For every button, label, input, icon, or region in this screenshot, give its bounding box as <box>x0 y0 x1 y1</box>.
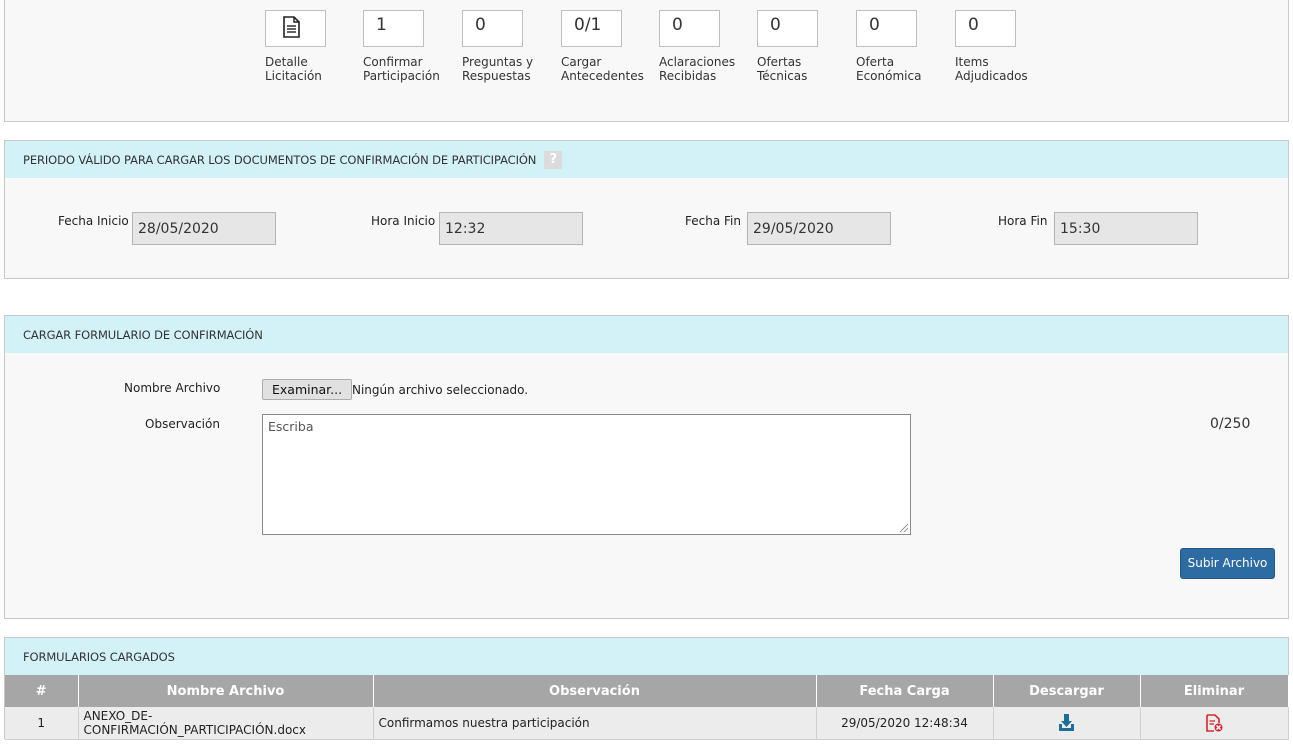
cell-archivo: ANEXO_DE-CONFIRMACIÓN_PARTICIPACIÓN.docx <box>78 707 374 740</box>
steps-panel: Detalle Licitación 1 Confirmar Participaci… <box>4 0 1289 122</box>
fecha-inicio-label: Fecha Inicio <box>58 214 129 228</box>
step-label-1: Preguntas y <box>462 55 534 69</box>
step-label-1: Ofertas <box>757 55 802 69</box>
step-label-2: Recibidas <box>659 69 717 83</box>
col-header-fecha: Fecha Carga <box>816 675 994 707</box>
col-header-num: # <box>5 675 79 707</box>
table-row: 1 ANEXO_DE-CONFIRMACIÓN_PARTICIPACIÓN.do… <box>5 707 1289 740</box>
observacion-textarea[interactable]: Escriba <box>262 414 911 535</box>
step-box[interactable] <box>265 10 326 47</box>
formularios-header: FORMULARIOS CARGADOS <box>5 638 1288 675</box>
cargar-header: CARGAR FORMULARIO DE CONFIRMACIÓN <box>5 316 1288 353</box>
step-label-2: Adjudicados <box>955 69 1028 83</box>
hora-fin-field[interactable]: 15:30 <box>1054 212 1198 245</box>
step-detalle-licitacion[interactable]: Detalle Licitación <box>265 10 360 83</box>
cell-num: 1 <box>5 707 79 740</box>
fecha-inicio-field[interactable]: 28/05/2020 <box>132 212 276 245</box>
subir-archivo-button[interactable]: Subir Archivo <box>1180 548 1275 579</box>
hora-inicio-label: Hora Inicio <box>371 214 436 228</box>
nombre-archivo-label: Nombre Archivo <box>124 381 221 395</box>
download-icon[interactable] <box>1058 713 1075 731</box>
step-items-adjudicados[interactable]: 0 Items Adjudicados <box>955 10 1050 83</box>
col-header-nombre: Nombre Archivo <box>78 675 374 707</box>
step-box[interactable]: 0 <box>462 10 523 47</box>
char-counter: 0/250 <box>1210 416 1251 432</box>
delete-file-icon[interactable] <box>1205 713 1223 732</box>
step-label-2: Licitación <box>265 69 322 83</box>
step-label-2: Participación <box>363 69 440 83</box>
fecha-fin-field[interactable]: 29/05/2020 <box>747 212 891 245</box>
cargar-title: CARGAR FORMULARIO DE CONFIRMACIÓN <box>23 327 263 342</box>
step-box[interactable]: 0 <box>856 10 917 47</box>
step-label-1: Detalle <box>265 55 308 69</box>
file-status: Ningún archivo seleccionado. <box>352 383 529 397</box>
browse-button[interactable]: Examinar... <box>262 379 353 400</box>
step-label-2: Respuestas <box>462 69 531 83</box>
step-label-2: Técnicas <box>757 69 808 83</box>
periodo-header: PERIODO VÁLIDO PARA CARGAR LOS DOCUMENTO… <box>5 141 1288 178</box>
cell-fecha: 29/05/2020 12:48:34 <box>816 707 994 740</box>
help-icon[interactable]: ? <box>544 150 563 169</box>
step-label-1: Cargar <box>561 55 602 69</box>
step-box[interactable]: 0 <box>955 10 1016 47</box>
step-ofertas-tecnicas[interactable]: 0 Ofertas Técnicas <box>757 10 852 83</box>
table-header-row: # Nombre Archivo Observación Fecha Carga… <box>5 675 1289 707</box>
formularios-panel: FORMULARIOS CARGADOS # Nombre Archivo Ob… <box>4 637 1289 740</box>
observacion-placeholder: Escriba <box>268 419 314 434</box>
step-box[interactable]: 1 <box>363 10 424 47</box>
hora-fin-label: Hora Fin <box>998 214 1048 228</box>
formularios-title: FORMULARIOS CARGADOS <box>23 649 175 664</box>
document-icon <box>283 16 300 43</box>
step-label-1: Items <box>955 55 989 69</box>
step-preguntas-respuestas[interactable]: 0 Preguntas y Respuestas <box>462 10 557 83</box>
step-confirmar-participacion[interactable]: 1 Confirmar Participación <box>363 10 458 83</box>
step-label-1: Aclaraciones <box>659 55 736 69</box>
step-aclaraciones-recibidas[interactable]: 0 Aclaraciones Recibidas <box>659 10 754 83</box>
periodo-title: PERIODO VÁLIDO PARA CARGAR LOS DOCUMENTO… <box>23 152 537 167</box>
col-header-observacion: Observación <box>373 675 817 707</box>
col-header-descargar: Descargar <box>993 675 1141 707</box>
step-cargar-antecedentes[interactable]: 0/1 Cargar Antecedentes <box>561 10 656 83</box>
cell-observacion: Confirmamos nuestra participación <box>373 707 817 740</box>
periodo-panel: PERIODO VÁLIDO PARA CARGAR LOS DOCUMENTO… <box>4 140 1289 279</box>
step-box[interactable]: 0 <box>757 10 818 47</box>
step-label-1: Confirmar <box>363 55 423 69</box>
hora-inicio-field[interactable]: 12:32 <box>439 212 583 245</box>
step-label-2: Económica <box>856 69 922 83</box>
cell-eliminar <box>1140 707 1289 740</box>
formularios-table: # Nombre Archivo Observación Fecha Carga… <box>5 675 1289 740</box>
step-oferta-economica[interactable]: 0 Oferta Económica <box>856 10 951 83</box>
fecha-fin-label: Fecha Fin <box>685 214 741 228</box>
step-label-2: Antecedentes <box>561 69 644 83</box>
cargar-panel: CARGAR FORMULARIO DE CONFIRMACIÓN Nombre… <box>4 315 1289 619</box>
cell-descargar <box>993 707 1141 740</box>
col-header-eliminar: Eliminar <box>1140 675 1289 707</box>
step-label-1: Oferta <box>856 55 895 69</box>
observacion-label: Observación <box>145 417 220 431</box>
step-box[interactable]: 0 <box>659 10 720 47</box>
resize-grip-icon[interactable] <box>900 524 908 532</box>
step-box[interactable]: 0/1 <box>561 10 622 47</box>
